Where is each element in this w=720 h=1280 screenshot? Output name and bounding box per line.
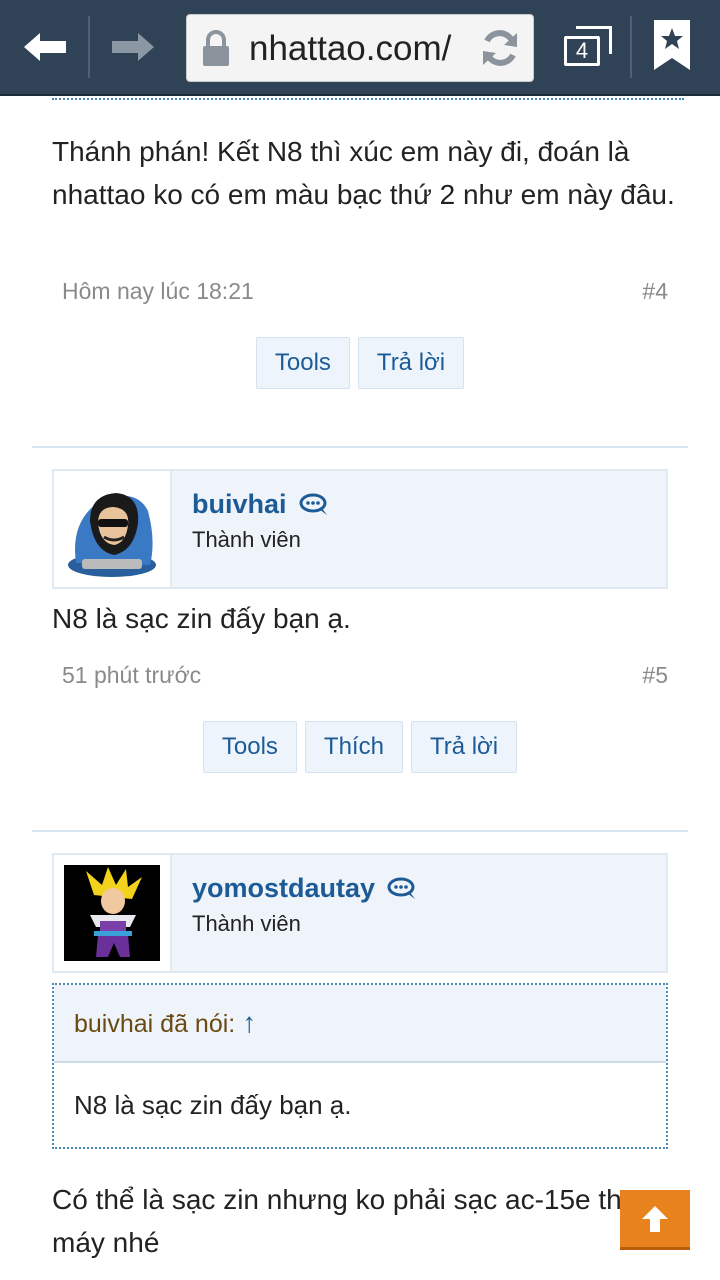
url-bar[interactable]: nhattao.com/ [186,14,534,82]
quote-block: buivhai đã nói: ↑ N8 là sạc zin đấy bạn … [52,983,668,1149]
avatar-yomostdautay[interactable] [64,865,160,961]
lock-icon [203,30,229,66]
toolbar-separator [630,16,632,78]
username-link[interactable]: yomostdautay [192,873,417,904]
post-meta: 51 phút trước #5 [62,662,668,689]
back-arrow-icon [24,33,66,61]
forward-arrow-icon [112,33,154,61]
user-info: buivhai Thành viên [52,469,668,589]
avatar-buivhai[interactable] [64,481,160,577]
quote-author: buivhai đã nói: [74,1010,236,1038]
post-message: N8 là sạc zin đấy bạn ạ. [52,603,351,634]
avatar-container[interactable] [54,471,172,587]
post-divider [32,830,688,832]
quote-block-edge [52,96,684,100]
post-actions: Tools Thích Trả lời [18,721,702,773]
bookmark-button[interactable] [652,18,702,78]
tab-count: 4 [564,36,600,66]
tabs-button[interactable]: 4 [556,22,616,72]
username[interactable]: buivhai [192,489,287,520]
user-title: Thành viên [192,911,301,936]
url-text: nhattao.com/ [249,29,452,68]
tools-button[interactable]: Tools [202,721,297,773]
scroll-to-top-button[interactable] [620,1190,690,1250]
post-number[interactable]: #4 [642,278,668,305]
forward-button[interactable] [98,14,168,80]
tools-button[interactable]: Tools [255,337,350,389]
reply-button[interactable]: Trả lời [357,337,465,389]
quote-jump-arrow-icon[interactable]: ↑ [242,1007,256,1038]
post-time[interactable]: 51 phút trước [62,662,201,689]
avatar-container[interactable] [54,855,172,971]
like-button[interactable]: Thích [304,721,403,773]
quote-header: buivhai đã nói: ↑ [54,985,666,1063]
conversation-icon[interactable] [299,493,329,517]
bookmark-star-icon [654,20,690,70]
conversation-icon[interactable] [387,877,417,901]
post-message: Thánh phán! Kết N8 thì xúc em này đi, đo… [52,136,675,210]
post-divider [32,446,688,448]
post-message: Có thể là sạc zin nhưng ko phải sạc ac-1… [52,1184,653,1258]
arrow-up-icon [642,1205,668,1232]
post-meta: Hôm nay lúc 18:21 #4 [62,278,668,305]
post-number[interactable]: #5 [642,662,668,689]
username[interactable]: yomostdautay [192,873,375,904]
username-link[interactable]: buivhai [192,489,329,520]
browser-toolbar: nhattao.com/ 4 [0,0,720,96]
user-info: yomostdautay Thành viên [52,853,668,973]
post-time[interactable]: Hôm nay lúc 18:21 [62,278,254,305]
user-title: Thành viên [192,527,301,552]
back-button[interactable] [10,14,80,80]
post-actions: Tools Trả lời [18,337,702,389]
quote-text: N8 là sạc zin đấy bạn ạ. [54,1063,666,1147]
thread-page: Thánh phán! Kết N8 thì xúc em này đi, đo… [18,96,702,1280]
toolbar-separator [88,16,90,78]
reload-icon[interactable] [477,25,523,71]
reply-button[interactable]: Trả lời [410,721,518,773]
